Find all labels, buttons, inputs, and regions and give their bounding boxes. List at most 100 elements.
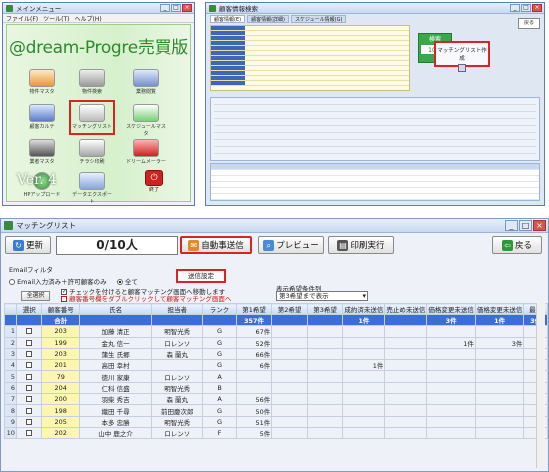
table-row[interactable]: 10 202 山中 鹿之介 ロレンソ F 5件 — [4, 426, 548, 440]
menu-file[interactable]: ファイル(F) — [6, 14, 38, 23]
table-row[interactable]: 9 205 本多 忠勝 明智光秀 G 51件 — [4, 415, 548, 428]
customer-id-cell[interactable]: 79 — [41, 370, 80, 383]
minimize-button[interactable]: _ — [510, 4, 520, 12]
table-row[interactable]: 2 199 金丸 信一 ロレンソ G 52件 1件 3件 — [4, 336, 548, 349]
menu-help[interactable]: ヘルプ(H) — [75, 14, 102, 23]
dream-mailer-button[interactable]: ドリームメーラー — [125, 137, 167, 168]
customer-id-cell[interactable]: 203 — [41, 325, 80, 338]
maximize-button[interactable]: □ — [521, 4, 531, 12]
create-matching-list-button[interactable]: マッチングリスト作成 — [434, 41, 490, 72]
property-search-button[interactable]: 物件検索 — [71, 67, 113, 98]
property-master-button[interactable]: 物件マスタ — [21, 67, 63, 98]
email-filter-radio-email-only[interactable] — [9, 279, 15, 285]
customer-id-cell[interactable]: 200 — [41, 393, 80, 406]
table-row[interactable]: 6 204 仁科 信盛 明智光秀 B — [4, 381, 548, 395]
power-icon: ⏻ — [145, 170, 163, 186]
business-view-button[interactable]: 業務閲覧 — [125, 67, 167, 98]
back-button[interactable]: ⇦ 戻る — [492, 236, 542, 254]
matching-list-button[interactable]: マッチングリスト — [69, 100, 115, 135]
schedule-master-button[interactable]: スケジュールマスタ — [125, 102, 167, 137]
customer-id-cell[interactable]: 201 — [41, 359, 80, 372]
col-contracted-unsent[interactable]: 成約済未送信 — [342, 303, 386, 315]
close-button[interactable]: × — [533, 220, 546, 231]
customer-id-cell[interactable]: 198 — [41, 404, 80, 417]
tab-customer-detail[interactable]: 顧客情報(詳細) — [247, 15, 289, 23]
tab-schedule[interactable]: スケジュール情報(G) — [290, 15, 347, 23]
table-row[interactable]: 8 198 織田 千尋 前田慶次郎 G 50件 — [4, 404, 548, 417]
checkbox[interactable] — [26, 418, 33, 425]
create-list-label: マッチングリスト作成 — [437, 48, 487, 62]
preview-button[interactable]: ⌕ プレビュー — [258, 236, 324, 254]
customer-chart-button[interactable]: 顧客カルテ — [21, 102, 63, 133]
table-row[interactable]: 7 200 羽柴 秀吉森 蘭丸 A 56件 — [4, 393, 548, 406]
col-price-change-unsent-2[interactable]: 価格変更未送信 — [474, 303, 525, 315]
customer-id-cell[interactable]: 199 — [41, 336, 80, 349]
row-select-checkbox[interactable] — [15, 370, 43, 383]
refresh-icon: ↻ — [12, 239, 24, 251]
checkbox[interactable] — [26, 373, 33, 380]
print-button[interactable]: ▤ 印刷実行 — [328, 236, 394, 254]
customer-id-cell[interactable]: 204 — [41, 381, 80, 395]
row-select-checkbox[interactable] — [15, 359, 43, 372]
checkbox[interactable] — [26, 328, 33, 335]
checkbox[interactable] — [26, 396, 33, 403]
col-hope2[interactable]: 第2希望 — [271, 303, 308, 315]
customer-id-cell[interactable]: 202 — [41, 426, 80, 440]
price-change-unsent-2-cell — [474, 359, 525, 372]
col-price-change-unsent[interactable]: 価格変更未送信 — [426, 303, 476, 315]
checkbox[interactable] — [26, 430, 33, 437]
close-button[interactable]: × — [532, 4, 542, 12]
col-hope3[interactable]: 第3希望 — [306, 303, 344, 315]
flyer-print-button[interactable]: チラシ印刷 — [71, 137, 113, 168]
col-customer-id[interactable]: 顧客番号 — [41, 303, 80, 315]
email-filter-radio-all[interactable] — [116, 279, 123, 285]
checkbox[interactable] — [26, 351, 33, 358]
maximize-button[interactable]: □ — [171, 4, 181, 12]
auto-send-button[interactable]: ✉ 自動事送信 — [180, 236, 252, 254]
row-select-checkbox[interactable] — [15, 336, 43, 349]
maximize-button[interactable]: □ — [519, 220, 532, 231]
rank-cell: G — [202, 325, 237, 338]
select-all-button[interactable]: 全選択 — [21, 291, 50, 301]
checkbox[interactable] — [26, 384, 33, 391]
send-settings-button[interactable]: 送信設定 — [176, 269, 226, 283]
table-row[interactable]: 5 79 徳川 家康 ロレンソ A — [4, 370, 548, 383]
staff-cell: 明智光秀 — [151, 415, 204, 428]
minimize-button[interactable]: _ — [505, 220, 518, 231]
customer-back-button[interactable]: 戻る — [518, 18, 540, 29]
exit-button[interactable]: ⏻ 終了 — [143, 170, 165, 195]
minimize-button[interactable]: _ — [160, 4, 170, 12]
col-staff[interactable]: 担当者 — [151, 303, 204, 315]
hope3-cell — [306, 347, 344, 361]
col-name[interactable]: 氏名 — [78, 303, 153, 315]
customer-id-cell[interactable]: 203 — [41, 347, 80, 361]
row-select-checkbox[interactable] — [15, 347, 43, 361]
agent-master-button[interactable]: 業者マスタ — [21, 137, 63, 168]
refresh-button[interactable]: ↻ 更新 — [5, 236, 51, 254]
display-condition-select[interactable]: 第3希望まで表示 — [276, 291, 368, 301]
row-select-checkbox[interactable] — [15, 404, 43, 417]
table-row[interactable]: 4 201 高田 幸村 G 6件 1件 — [4, 359, 548, 372]
col-stopped-unsent[interactable]: 売止め未送信 — [384, 303, 428, 315]
row-select-checkbox[interactable] — [15, 415, 43, 428]
row-select-checkbox[interactable] — [15, 393, 43, 406]
matching-table: 選択 顧客番号 氏名 担当者 ランク 第1希望 第2希望 第3希望 成約済未送信… — [4, 303, 548, 440]
checkbox[interactable] — [26, 407, 33, 414]
col-select[interactable]: 選択 — [15, 303, 43, 315]
menu-tools[interactable]: ツール(T) — [43, 14, 69, 23]
row-select-checkbox[interactable] — [15, 426, 43, 440]
row-select-checkbox[interactable] — [15, 381, 43, 395]
checkbox[interactable] — [26, 362, 33, 369]
vertical-scrollbar[interactable] — [536, 303, 545, 468]
table-row[interactable]: 3 203 蒲生 氏郷森 蘭丸 G 66件 — [4, 347, 548, 361]
tab-customer-info[interactable]: 顧客情報(E) — [210, 15, 246, 23]
col-rank[interactable]: ランク — [202, 303, 237, 315]
checkbox[interactable] — [26, 339, 33, 346]
col-hope1[interactable]: 第1希望 — [235, 303, 273, 315]
table-row[interactable]: 1 203 加藤 清正 明智光秀 G 67件 — [4, 325, 548, 338]
customer-id-cell[interactable]: 205 — [41, 415, 80, 428]
row-select-checkbox[interactable] — [15, 325, 43, 338]
data-export-button[interactable]: データエクスポート — [71, 170, 113, 205]
close-button[interactable]: × — [182, 4, 192, 12]
hope2-cell — [271, 359, 308, 372]
